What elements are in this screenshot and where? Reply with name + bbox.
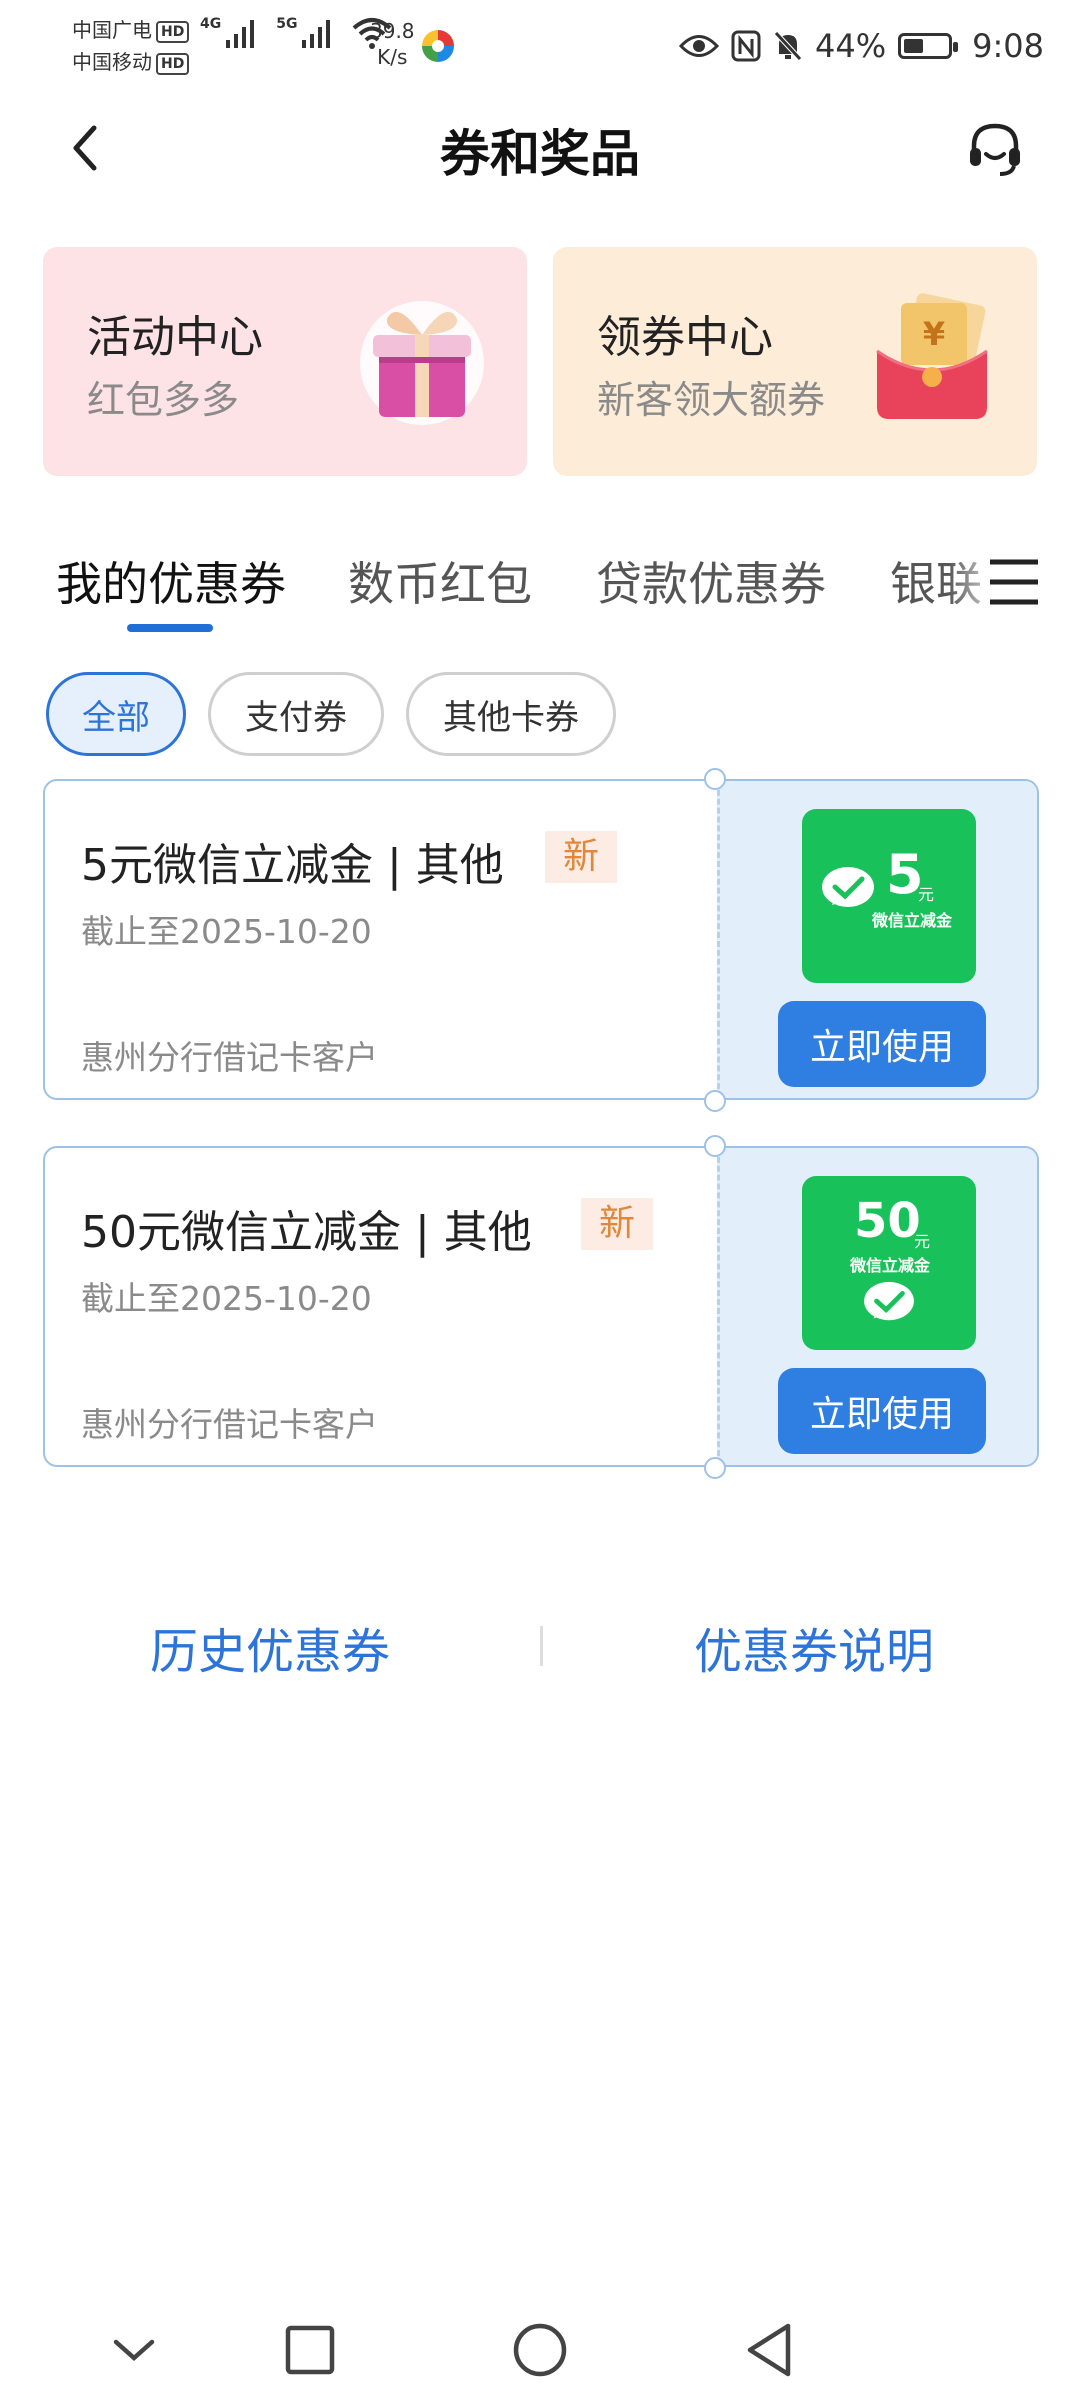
carrier-1: 中国广电 [72, 18, 152, 42]
svg-text:¥: ¥ [923, 315, 945, 353]
hd-badge-2: HD [156, 52, 190, 75]
nfc-icon [731, 30, 761, 62]
promo-subtitle: 新客领大额券 [597, 378, 826, 422]
signal-icon-2 [302, 20, 331, 48]
recents-square-icon[interactable] [270, 2310, 350, 2390]
coupon-audience: 惠州分行借记卡客户 [81, 1405, 378, 1444]
tab-my-coupons[interactable]: 我的优惠券 [56, 548, 286, 614]
wechat-check-icon [864, 1281, 914, 1321]
page-title: 券和奖品 [440, 125, 640, 183]
new-badge: 新 [545, 831, 618, 883]
history-coupons-link[interactable]: 历史优惠券 [150, 1612, 390, 1682]
promo-subtitle: 红包多多 [87, 378, 240, 422]
logo-unit: 元 [914, 1232, 931, 1251]
coupon-action-panel: 5 元 微信立减金 立即使用 [717, 781, 1037, 1098]
coupon-notch [704, 1090, 726, 1112]
promo-card-coupon-center[interactable]: 领券中心 新客领大额券 ¥ [553, 247, 1037, 476]
status-right: 44% 9:08 [679, 22, 1044, 70]
new-badge: 新 [581, 1198, 654, 1250]
network-signal: 4G 5G [200, 16, 392, 50]
battery-percent: 44% [815, 27, 887, 65]
red-envelope-icon: ¥ [876, 293, 988, 419]
logo-caption: 微信立减金 [872, 911, 953, 930]
coupon-title: 50元微信立减金 | 其他 [81, 1207, 532, 1258]
promo-card-activity-center[interactable]: 活动中心 红包多多 [43, 247, 527, 476]
coupon-card[interactable]: 50元微信立减金 | 其他 新 截止至2025-10-20 惠州分行借记卡客户 … [43, 1146, 1039, 1467]
mute-bell-icon [774, 31, 802, 61]
coupon-notch [704, 768, 726, 790]
tab-active-indicator [127, 624, 213, 632]
coupon-expiry: 截止至2025-10-20 [81, 912, 372, 951]
coupon-expiry: 截止至2025-10-20 [81, 1279, 372, 1318]
filter-chip-all[interactable]: 全部 [46, 672, 186, 756]
coupon-card[interactable]: 5元微信立减金 | 其他 新 截止至2025-10-20 惠州分行借记卡客户 5… [43, 779, 1039, 1100]
headset-icon[interactable] [964, 118, 1026, 180]
home-circle-icon[interactable] [500, 2310, 580, 2390]
signal-icon-1 [226, 20, 255, 48]
speed-unit: K/s [377, 45, 408, 69]
speed-value: 39.8 [370, 19, 415, 43]
gift-box-icon [360, 301, 484, 425]
link-divider [540, 1626, 543, 1666]
tab-digital-red-packet[interactable]: 数币红包 [348, 548, 532, 614]
status-carriers: 中国广电 HD 中国移动 HD [72, 14, 190, 78]
filter-chip-payment[interactable]: 支付券 [208, 672, 384, 756]
logo-amount: 50 [854, 1193, 921, 1249]
wechat-cash-logo: 5 元 微信立减金 [802, 809, 976, 983]
promo-title: 活动中心 [87, 312, 263, 363]
menu-icon[interactable] [986, 554, 1042, 610]
back-triangle-icon[interactable] [730, 2310, 810, 2390]
use-now-button[interactable]: 立即使用 [778, 1368, 986, 1454]
battery-icon [898, 33, 959, 59]
carrier-2: 中国移动 [72, 50, 152, 74]
tab-loan-coupons[interactable]: 贷款优惠券 [596, 548, 826, 614]
use-now-button[interactable]: 立即使用 [778, 1001, 986, 1087]
wechat-cash-logo: 50 元 微信立减金 [802, 1176, 976, 1350]
network-type-2: 5G [276, 16, 298, 32]
eye-icon [679, 35, 720, 57]
clock: 9:08 [972, 27, 1044, 65]
coupon-action-panel: 50 元 微信立减金 立即使用 [717, 1148, 1037, 1465]
logo-caption: 微信立减金 [850, 1256, 931, 1275]
app-notification-icon [422, 30, 454, 62]
filter-chip-other-cards[interactable]: 其他卡券 [406, 672, 616, 756]
network-type-1: 4G [200, 16, 222, 32]
coupon-notch [704, 1135, 726, 1157]
network-speed: 39.8 K/s [370, 18, 415, 70]
promo-title: 领券中心 [597, 312, 773, 363]
coupon-title: 5元微信立减金 | 其他 [81, 840, 504, 891]
coupon-audience: 惠州分行借记卡客户 [81, 1038, 378, 1077]
wechat-check-icon [822, 867, 874, 907]
coupon-explanation-link[interactable]: 优惠券说明 [694, 1612, 934, 1682]
coupon-notch [704, 1457, 726, 1479]
hd-badge-1: HD [156, 20, 190, 43]
chevron-down-icon[interactable] [94, 2310, 174, 2390]
logo-unit: 元 [918, 885, 935, 904]
